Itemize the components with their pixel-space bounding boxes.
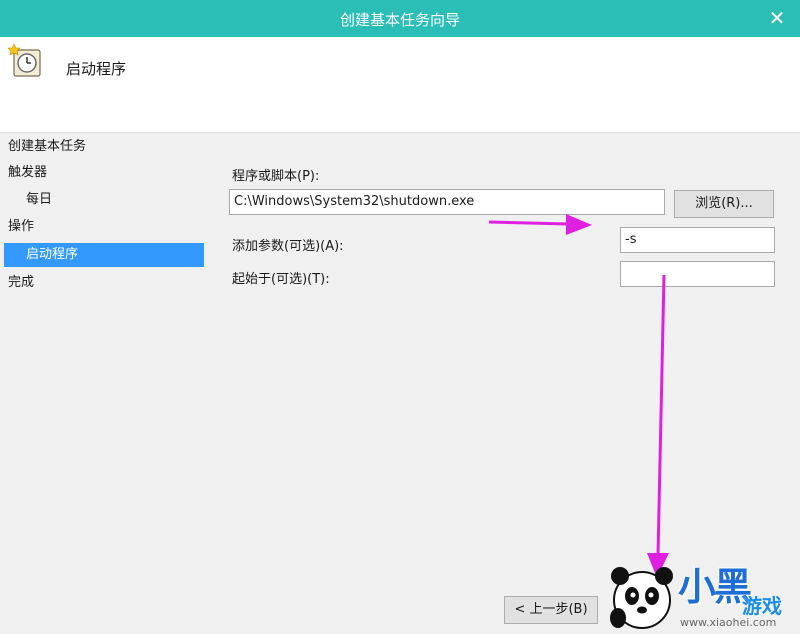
browse-button[interactable]: 浏览(R)... [674, 190, 774, 218]
panda-logo-icon [610, 567, 673, 629]
nav-step-start-program[interactable]: 启动程序 [4, 243, 204, 267]
watermark-brand-sub: 游戏 [742, 594, 782, 618]
watermark-brand: 小黑 [678, 565, 752, 609]
nav-step-create-basic-task[interactable]: 创建基本任务 [8, 135, 86, 159]
arguments-label: 添加参数(可选)(A): [232, 239, 344, 254]
nav-step-trigger[interactable]: 触发器 [8, 161, 47, 185]
start-in-input[interactable] [620, 261, 775, 287]
page-heading: 启动程序 [66, 60, 127, 78]
back-button[interactable]: < 上一步(B) [504, 596, 598, 624]
program-input[interactable]: C:\Windows\System32\shutdown.exe [229, 189, 665, 215]
nav-step-daily[interactable]: 每日 [26, 188, 52, 212]
window-title: 创建基本任务向导 [339, 11, 460, 29]
title-bar: 创建基本任务向导 ✕ [0, 0, 800, 37]
nav-step-action[interactable]: 操作 [8, 215, 34, 239]
watermark: 小黑 游戏 www.xiaohei.com [600, 556, 800, 634]
arguments-input[interactable]: -s [620, 227, 775, 253]
wizard-header: 启动程序 [0, 37, 800, 132]
arrow-to-arguments-head [566, 214, 592, 235]
close-icon[interactable]: ✕ [764, 5, 790, 31]
nav-step-finish[interactable]: 完成 [8, 271, 34, 295]
arrow-to-arguments-shaft [488, 220, 569, 226]
start-in-label: 起始于(可选)(T): [232, 272, 330, 287]
watermark-site: www.xiaohei.com [680, 616, 777, 629]
arrow-down-shaft [656, 274, 666, 556]
task-scheduler-icon [8, 43, 41, 77]
wizard-steps-nav: 创建基本任务 触发器 每日 操作 启动程序 完成 [0, 133, 215, 634]
program-label: 程序或脚本(P): [232, 169, 320, 184]
